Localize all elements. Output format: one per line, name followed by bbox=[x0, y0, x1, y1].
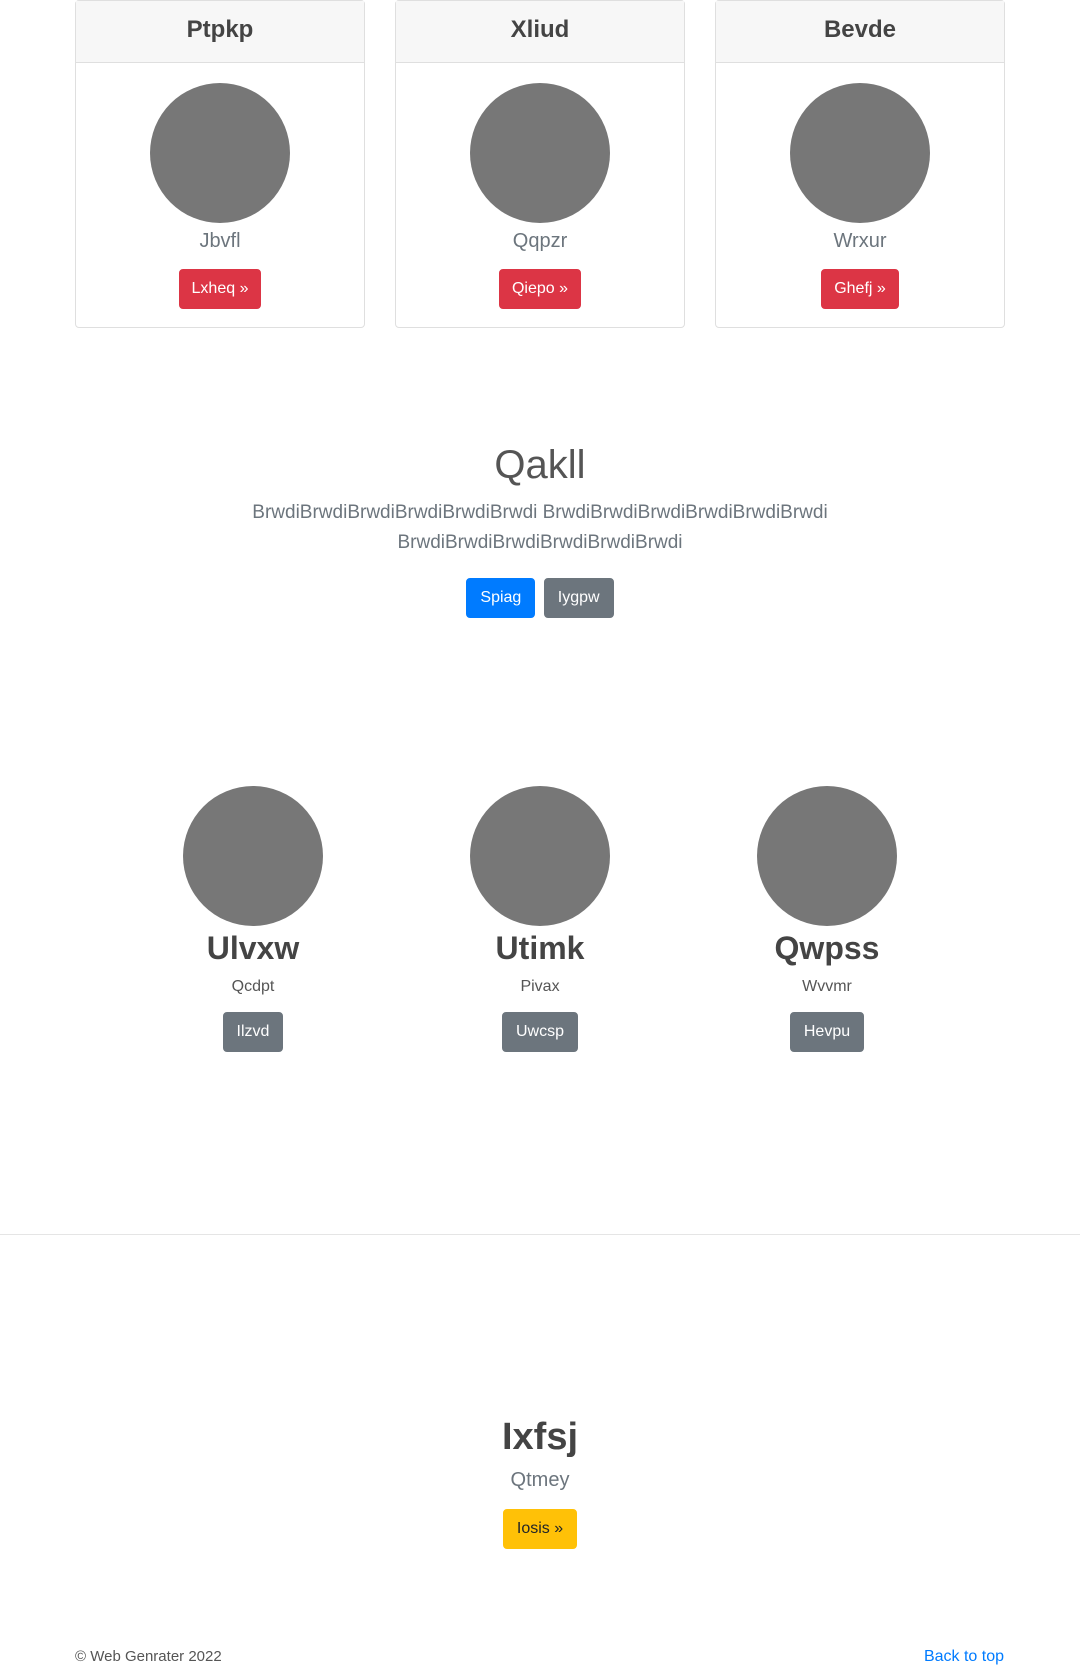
cta-subtitle: Qtmey bbox=[510, 1469, 570, 1491]
hero-lead: BrwdiBrwdiBrwdiBrwdiBrwdiBrwdi BrwdiBrwd… bbox=[252, 502, 828, 553]
card-title: Xliud bbox=[396, 1, 684, 63]
cta-title: Ixfsj bbox=[501, 1416, 579, 1458]
feature-column: Qwpss Wvvmr Hevpu bbox=[677, 786, 977, 1052]
card-bevde: Bevde Wrxur Ghefj » bbox=[715, 0, 1005, 328]
cta-section: Ixfsj Qtmey Iosis » bbox=[0, 1413, 1080, 1549]
placeholder-image bbox=[183, 786, 323, 926]
placeholder-image bbox=[470, 83, 610, 223]
card-button[interactable]: Ghefj » bbox=[821, 269, 899, 309]
feature-button[interactable]: Ilzvd bbox=[222, 1012, 284, 1052]
feature-button[interactable]: Uwcsp bbox=[501, 1012, 578, 1052]
card-button[interactable]: Lxheq » bbox=[178, 269, 262, 309]
card-xliud: Xliud Qqpzr Qiepo » bbox=[395, 0, 685, 328]
section-divider bbox=[0, 1234, 1080, 1235]
card-subtitle: Jbvfl bbox=[199, 230, 241, 252]
cta-button[interactable]: Iosis » bbox=[502, 1509, 578, 1549]
feature-button[interactable]: Hevpu bbox=[789, 1012, 865, 1052]
card-body: Qqpzr Qiepo » bbox=[396, 63, 684, 309]
card-deck: Ptpkp Jbvfl Lxheq » Xliud Qqpzr Qiepo » … bbox=[75, 0, 1005, 328]
card-ptpkp: Ptpkp Jbvfl Lxheq » bbox=[75, 0, 365, 328]
footer-copyright: © Web Genrater 2022 bbox=[75, 1648, 222, 1665]
feature-title: Utimk bbox=[495, 930, 585, 966]
feature-title: Qwpss bbox=[774, 930, 880, 966]
hero-title: Qakll bbox=[494, 443, 586, 487]
hero-secondary-button[interactable]: Iygpw bbox=[543, 578, 614, 618]
card-title: Ptpkp bbox=[76, 1, 364, 63]
card-subtitle: Wrxur bbox=[833, 230, 887, 252]
feature-subtitle: Pivax bbox=[520, 978, 560, 995]
hero-actions: Spiag Iygpw bbox=[0, 578, 1080, 618]
placeholder-image bbox=[790, 83, 930, 223]
placeholder-image bbox=[150, 83, 290, 223]
card-body: Jbvfl Lxheq » bbox=[76, 63, 364, 309]
placeholder-image bbox=[470, 786, 610, 926]
card-button[interactable]: Qiepo » bbox=[498, 269, 582, 309]
placeholder-image bbox=[757, 786, 897, 926]
feature-subtitle: Qcdpt bbox=[231, 978, 275, 995]
card-body: Wrxur Ghefj » bbox=[716, 63, 1004, 309]
feature-column: Ulvxw Qcdpt Ilzvd bbox=[103, 786, 403, 1052]
hero-primary-button[interactable]: Spiag bbox=[466, 578, 536, 618]
feature-column: Utimk Pivax Uwcsp bbox=[390, 786, 690, 1052]
card-title: Bevde bbox=[716, 1, 1004, 63]
feature-subtitle: Wvvmr bbox=[802, 978, 852, 995]
hero-section: Qakll BrwdiBrwdiBrwdiBrwdiBrwdiBrwdi Brw… bbox=[0, 440, 1080, 618]
card-subtitle: Qqpzr bbox=[512, 230, 568, 252]
back-to-top-link[interactable]: Back to top bbox=[924, 1648, 1004, 1666]
feature-title: Ulvxw bbox=[206, 930, 300, 966]
